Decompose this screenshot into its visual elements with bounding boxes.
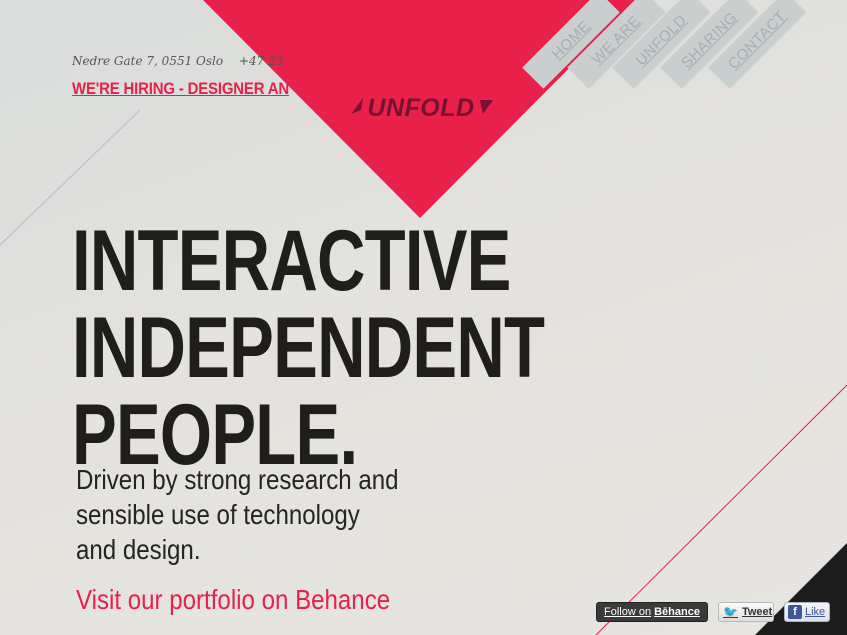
phone-text: +47 23 (238, 54, 284, 68)
twitter-bird-icon: 🐦 (723, 605, 738, 619)
facebook-f-icon: f (788, 605, 802, 619)
headline-line-2: INDEPENDENT (72, 300, 545, 396)
headline-line-1: INTERACTIVE (72, 213, 511, 309)
hero-headline: INTERACTIVE INDEPENDENT PEOPLE. (72, 218, 592, 479)
contact-line: Nedre Gate 7, 0551 Oslo +47 23 (72, 54, 295, 68)
logo-swoosh (351, 98, 363, 114)
subtitle-line-1: Driven by strong research and (76, 464, 399, 495)
address-text: Nedre Gate 7, 0551 Oslo (72, 54, 224, 68)
follow-behance-button[interactable]: Follow on Bēhance (596, 602, 708, 622)
tweet-label: Tweet (741, 606, 773, 618)
like-label: Like (805, 606, 826, 618)
main-nav: HOME WE ARE UNFOLD SHARING CONTACT (522, 0, 847, 110)
logo-tail (480, 100, 493, 114)
unfold-logo: UNFOLD (351, 94, 493, 122)
hero-subtitle: Driven by strong research and sensible u… (76, 462, 420, 567)
logo-text: UNFOLD (367, 94, 474, 122)
subtitle-line-3: and design. (76, 534, 201, 565)
page: UNFOLD Nedre Gate 7, 0551 Oslo +47 23 WE… (0, 0, 847, 635)
behance-brand: Bēhance (654, 606, 700, 618)
subtitle-line-2: sensible use of technology (76, 499, 360, 530)
facebook-like-button[interactable]: f Like (784, 602, 830, 622)
hiring-link[interactable]: WE'RE HIRING - DESIGNER AN (72, 79, 289, 99)
behance-prefix: Follow on (604, 606, 652, 618)
behance-portfolio-link[interactable]: Visit our portfolio on Behance (76, 584, 390, 616)
tweet-button[interactable]: 🐦 Tweet (718, 602, 774, 622)
